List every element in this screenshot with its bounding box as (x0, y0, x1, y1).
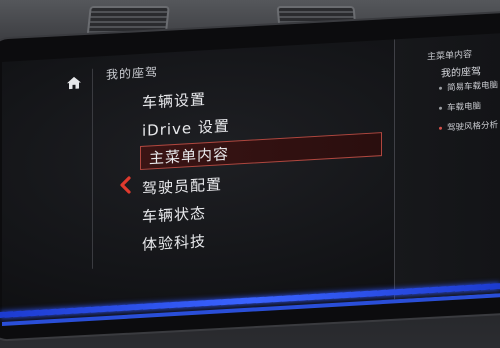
idrive-screen: 我的座驾 车辆设置 iDrive 设置 主菜单内容 驾驶员配置 车辆状态 体验科… (2, 32, 500, 326)
home-icon[interactable] (66, 75, 82, 90)
menu-item-label: 车辆设置 (142, 90, 207, 112)
bullet-icon (439, 106, 442, 110)
car-dashboard-photo: 我的座驾 车辆设置 iDrive 设置 主菜单内容 驾驶员配置 车辆状态 体验科… (0, 0, 500, 348)
menu-item-idrive-settings[interactable]: iDrive 设置 (142, 115, 230, 141)
menu-title: 我的座驾 (106, 65, 159, 83)
menu-item-label: 体验科技 (142, 232, 207, 254)
preview-panel: 主菜单内容 我的座驾 简易车载电脑 车载电脑 驾驶风格分析 (394, 32, 500, 300)
panel-divider (92, 68, 93, 269)
menu-item-label: iDrive 设置 (142, 116, 230, 140)
bullet-icon (439, 86, 442, 90)
preview-header: 主菜单内容 (427, 49, 473, 63)
menu-item-experience-tech[interactable]: 体验科技 (142, 230, 206, 255)
menu-item-label: 驾驶员配置 (142, 175, 223, 198)
menu-item-label: 主菜单内容 (149, 144, 230, 168)
menu-item-vehicle-status[interactable]: 车辆状态 (142, 202, 206, 227)
menu-item-label: 车辆状态 (142, 204, 207, 226)
preview-item[interactable]: 简易车载电脑 (447, 78, 498, 93)
chevron-left-icon[interactable] (118, 176, 132, 194)
preview-item[interactable]: 车载电脑 (447, 99, 481, 113)
menu-item-driver-profile[interactable]: 驾驶员配置 (142, 173, 222, 199)
bullet-icon (439, 126, 442, 130)
preview-item[interactable]: 驾驶风格分析 (447, 118, 498, 133)
menu-item-vehicle-settings[interactable]: 车辆设置 (142, 88, 206, 113)
preview-title: 我的座驾 (441, 66, 481, 80)
